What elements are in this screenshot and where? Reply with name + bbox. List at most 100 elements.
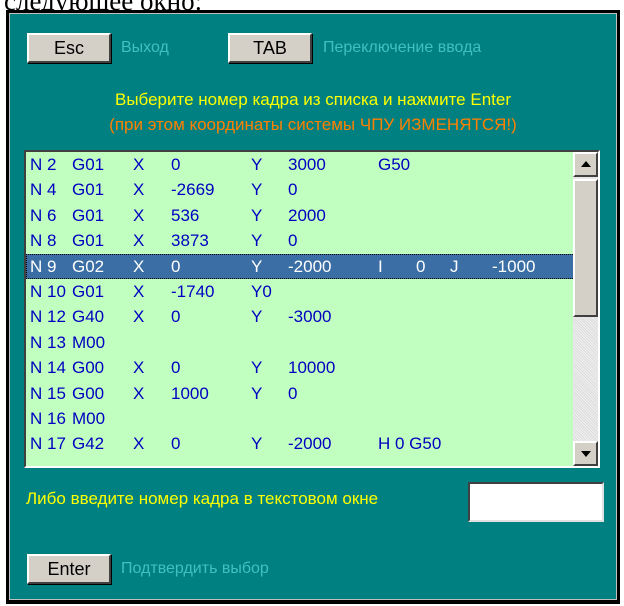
list-item-cell: Y (251, 307, 263, 327)
list-item-cell: M00 (72, 332, 106, 352)
list-item-cell: Y (251, 434, 263, 454)
list-item-cell: -1740 (171, 281, 215, 301)
list-item[interactable]: N 15 G00 X 1000 Y 0 (26, 381, 575, 406)
tab-hint: Переключение ввода (323, 39, 482, 56)
list-item-cell: N 4 (30, 180, 57, 200)
list-item[interactable]: N 10 G01 X -1740 Y0 (26, 279, 575, 304)
list-item-cell: 536 (171, 205, 200, 225)
enter-button[interactable]: Enter (27, 554, 111, 584)
list-item-cell: Y (251, 231, 263, 251)
list-item-cell: X (133, 155, 145, 174)
list-item[interactable]: N 2 G01 X 0 Y 3000 G50 (26, 152, 575, 177)
list-item-cell: 3873 (171, 231, 209, 251)
scroll-thumb[interactable] (573, 179, 598, 317)
tab-button[interactable]: TAB (228, 33, 312, 63)
frame-rows: N 2 G01 X 0 Y 3000 G50 N 4 G01 X -2669 Y 0 N 6 G01 X 536… (26, 152, 575, 457)
list-item-cell: N 6 (30, 205, 57, 225)
list-item-cell: 0 (416, 256, 426, 276)
list-item-cell: Y (251, 155, 263, 174)
list-item-cell: -1000 (492, 256, 536, 276)
list-item-cell: G01 (72, 231, 105, 251)
list-item-cell: X (133, 383, 145, 403)
list-item-cell: G42 (72, 434, 105, 454)
list-item-cell: N 8 (30, 231, 57, 251)
list-item-cell: I (378, 256, 383, 276)
list-item-cell: N 16 (30, 408, 66, 428)
list-item-cell: X (133, 434, 145, 454)
frame-select-window: Esc Выход TAB Переключение ввода Выберит… (6, 10, 620, 604)
list-item-cell: Y (251, 383, 263, 403)
list-item[interactable]: N 8 G01 X 3873 Y 0 (26, 228, 575, 253)
list-item-cell: 0 (171, 358, 181, 378)
vertical-scrollbar[interactable] (573, 152, 598, 466)
scroll-up-button[interactable] (573, 152, 598, 177)
frame-number-input[interactable] (468, 482, 604, 522)
list-item-cell: 0 (171, 307, 181, 327)
list-item-cell: 0 (171, 256, 181, 276)
list-item-cell: N 12 (30, 307, 66, 327)
list-item-cell: N 17 (30, 434, 66, 454)
list-item[interactable]: N 17 G42 X 0 Y -2000 H 0 G50 (26, 431, 575, 456)
list-item-cell: 0 (288, 231, 298, 251)
list-item-cell: M00 (72, 408, 106, 428)
esc-button[interactable]: Esc (27, 33, 111, 63)
list-item[interactable]: N 13 M00 (26, 330, 575, 355)
dialog-panel: Esc Выход TAB Переключение ввода Выберит… (9, 13, 617, 600)
list-item[interactable]: N 12 G40 X 0 Y -3000 (26, 304, 575, 329)
instruction-line-1: Выберите номер кадра из списка и нажмите… (115, 90, 511, 109)
instruction-line-2: (при этом координаты системы ЧПУ ИЗМЕНЯТ… (109, 115, 517, 134)
list-item-cell: Y (251, 358, 263, 378)
frame-listbox[interactable]: N 2 G01 X 0 Y 3000 G50 N 4 G01 X -2669 Y 0 N 6 G01 X 536… (24, 150, 600, 468)
list-item-cell: -3000 (288, 307, 332, 327)
list-item-cell: G01 (72, 281, 105, 301)
list-item-cell: G40 (72, 307, 105, 327)
list-item-cell: -2669 (171, 180, 215, 200)
list-item-cell: G02 (72, 256, 105, 276)
list-item-cell: Y (251, 180, 263, 200)
manual-entry-prompt: Либо введите номер кадра в текстовом окн… (26, 489, 379, 508)
list-item-cell: N 10 (30, 281, 66, 301)
list-item-cell: X (133, 205, 145, 225)
list-item-cell: 1000 (171, 383, 209, 403)
list-item-cell: G01 (72, 155, 105, 174)
list-item-cell: 0 (288, 383, 298, 403)
list-item[interactable]: N 4 G01 X -2669 Y 0 (26, 177, 575, 202)
list-item-cell: -2000 (288, 256, 332, 276)
list-item-cell: N 15 (30, 383, 66, 403)
list-item-cell: G01 (72, 180, 105, 200)
list-item-cell: 10000 (288, 358, 336, 378)
list-item-cell: N 2 (30, 155, 57, 174)
list-item-cell: J (450, 256, 459, 276)
list-item-cell: Y (251, 256, 263, 276)
list-item[interactable]: N 14 G00 X 0 Y 10000 (26, 355, 575, 380)
esc-hint: Выход (121, 39, 169, 56)
list-item-cell: X (133, 358, 145, 378)
list-item-cell: N 13 (30, 332, 66, 352)
list-item-cell: G50 (378, 155, 411, 174)
list-item-cell: 0 (171, 155, 181, 174)
list-item-cell: 0 (171, 434, 181, 454)
list-item-cell: Y (251, 205, 263, 225)
list-item[interactable]: N 16 M00 (26, 406, 575, 431)
list-item[interactable]: N 6 G01 X 536 Y 2000 (26, 203, 575, 228)
list-item-cell: Y0 (251, 281, 272, 301)
list-item-cell: G00 (72, 383, 105, 403)
list-item-cell: N 9 (30, 256, 57, 276)
list-item-cell: G00 (72, 358, 105, 378)
list-item-cell: N 14 (30, 358, 66, 378)
enter-hint: Подтвердить выбор (121, 560, 269, 577)
arrow-down-icon (581, 451, 591, 457)
list-item-cell: X (133, 256, 145, 276)
list-item-cell: G01 (72, 205, 105, 225)
list-item-cell: X (133, 281, 145, 301)
list-item-cell: H 0 G50 (378, 434, 442, 454)
list-item-cell: X (133, 231, 145, 251)
list-item-cell: 3000 (288, 155, 326, 174)
arrow-up-icon (581, 161, 591, 167)
list-item[interactable]: N 9 G02 X 0 Y -2000 I 0 J -1000 (26, 253, 575, 279)
list-item-cell: X (133, 180, 145, 200)
list-item-cell: 2000 (288, 205, 326, 225)
scroll-down-button[interactable] (573, 441, 598, 466)
list-item-cell: 0 (288, 180, 298, 200)
list-item-cell: X (133, 307, 145, 327)
